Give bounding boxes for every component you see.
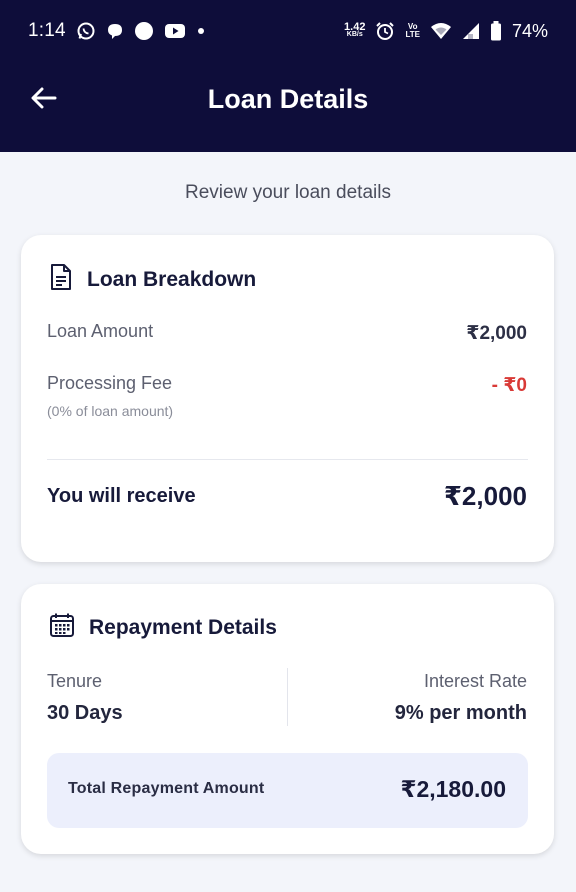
battery-icon [490, 21, 502, 41]
interest-rate-label: Interest Rate [423, 671, 527, 691]
loan-breakdown-header: Loan Breakdown [49, 263, 256, 296]
nav-bar: Loan Details [0, 62, 576, 142]
divider [47, 459, 528, 460]
whatsapp-icon [76, 21, 96, 41]
loan-breakdown-card: Loan Breakdown Loan Amount ₹2,000 Proces… [21, 235, 554, 562]
volte-indicator: Vo LTE [405, 22, 420, 39]
repayment-details-title: Repayment Details [89, 615, 277, 639]
loan-amount-value: ₹2,000 [466, 323, 527, 344]
loan-amount-label: Loan Amount [47, 321, 154, 341]
status-time: 1:14 [28, 20, 66, 41]
battery-percent: 74% [511, 20, 548, 41]
wifi-icon [430, 22, 452, 40]
repayment-details-header: Repayment Details [49, 612, 277, 643]
circle-icon [134, 21, 154, 41]
document-icon [49, 263, 73, 296]
network-speed: 1.42 KB/s [344, 21, 366, 39]
alarm-icon [375, 21, 395, 41]
repayment-details-card: Repayment Details Tenure 30 Days Interes… [21, 584, 554, 854]
signal-icon [462, 22, 480, 40]
loan-breakdown-title: Loan Breakdown [87, 267, 257, 291]
processing-fee-note: (0% of loan amount) [47, 403, 174, 419]
processing-fee-label: Processing Fee [47, 373, 173, 393]
processing-fee-value: - ₹0 [491, 375, 527, 396]
dot-icon [196, 26, 206, 36]
column-divider [287, 668, 288, 726]
total-repayment-label: Total Repayment Amount [68, 780, 265, 797]
app-header: 1:14 1.42 KB/s Vo LTE 74% Loan Details [0, 0, 576, 152]
chat-icon [106, 22, 124, 40]
page-title: Loan Details [207, 84, 369, 114]
receive-label: You will receive [47, 485, 196, 507]
youtube-icon [164, 22, 186, 40]
status-bar: 1:14 1.42 KB/s Vo LTE 74% [0, 0, 576, 62]
receive-value: ₹2,000 [443, 481, 527, 511]
tenure-label: Tenure [47, 671, 103, 691]
page-subtitle: Review your loan details [185, 182, 391, 203]
total-repayment-box: Total Repayment Amount ₹2,180.00 [47, 753, 528, 828]
tenure-value: 30 Days [47, 702, 123, 724]
total-repayment-value: ₹2,180.00 [400, 776, 506, 802]
calendar-icon [49, 612, 75, 643]
interest-rate-value: 9% per month [394, 702, 527, 724]
